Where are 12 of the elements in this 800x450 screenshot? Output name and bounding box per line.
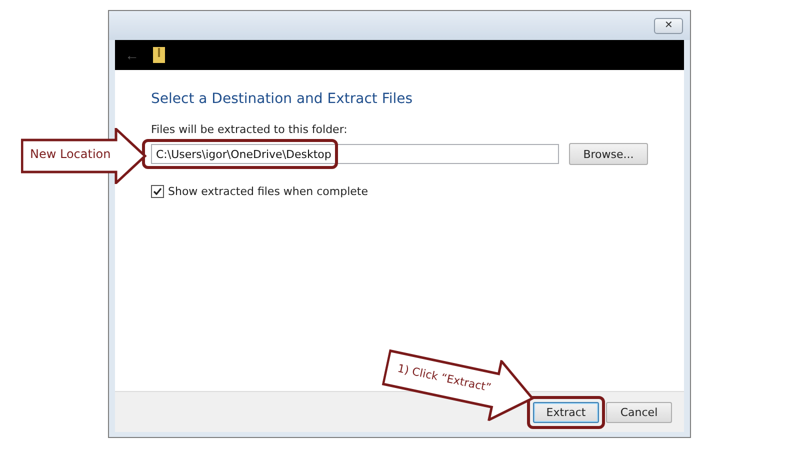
dialog-heading: Select a Destination and Extract Files	[151, 91, 414, 107]
callout-text: 1) Click “Extract”	[396, 362, 492, 394]
close-button[interactable]: ✕	[654, 18, 683, 34]
callout-text: New Location	[30, 147, 111, 161]
checkbox-label: Show extracted files when complete	[168, 185, 368, 198]
extract-button[interactable]: Extract	[533, 402, 599, 422]
checkbox[interactable]	[151, 185, 164, 198]
folder-label: Files will be extracted to this folder:	[151, 123, 348, 136]
path-field[interactable]: C:\Users\igor\OneDrive\Desktop	[151, 144, 559, 164]
browse-button[interactable]: Browse...	[569, 143, 648, 165]
cancel-button[interactable]: Cancel	[606, 402, 672, 422]
zip-folder-icon	[153, 47, 165, 63]
